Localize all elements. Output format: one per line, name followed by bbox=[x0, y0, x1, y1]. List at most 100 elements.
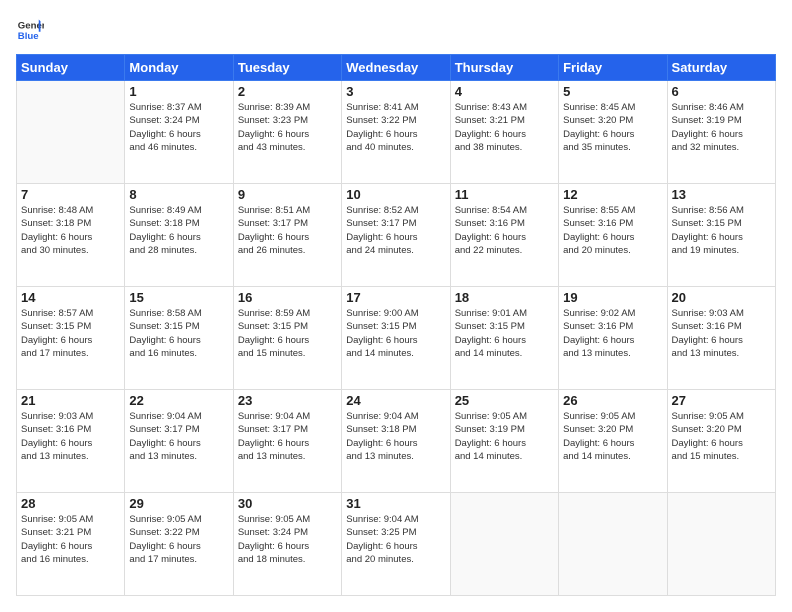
calendar-cell: 25 Sunrise: 9:05 AM Sunset: 3:19 PM Dayli… bbox=[450, 390, 558, 493]
calendar-cell bbox=[667, 493, 775, 596]
day-info: Sunrise: 9:05 AM Sunset: 3:21 PM Dayligh… bbox=[21, 513, 120, 566]
day-info: Sunrise: 9:01 AM Sunset: 3:15 PM Dayligh… bbox=[455, 307, 554, 360]
calendar-cell: 18 Sunrise: 9:01 AM Sunset: 3:15 PM Dayli… bbox=[450, 287, 558, 390]
day-info: Sunrise: 9:04 AM Sunset: 3:25 PM Dayligh… bbox=[346, 513, 445, 566]
day-info: Sunrise: 8:58 AM Sunset: 3:15 PM Dayligh… bbox=[129, 307, 228, 360]
day-info: Sunrise: 8:46 AM Sunset: 3:19 PM Dayligh… bbox=[672, 101, 771, 154]
calendar-cell: 31 Sunrise: 9:04 AM Sunset: 3:25 PM Dayli… bbox=[342, 493, 450, 596]
day-info: Sunrise: 8:57 AM Sunset: 3:15 PM Dayligh… bbox=[21, 307, 120, 360]
calendar-cell: 21 Sunrise: 9:03 AM Sunset: 3:16 PM Dayli… bbox=[17, 390, 125, 493]
day-number: 11 bbox=[455, 187, 554, 202]
day-info: Sunrise: 8:45 AM Sunset: 3:20 PM Dayligh… bbox=[563, 101, 662, 154]
day-number: 2 bbox=[238, 84, 337, 99]
day-number: 7 bbox=[21, 187, 120, 202]
week-row-4: 21 Sunrise: 9:03 AM Sunset: 3:16 PM Dayli… bbox=[17, 390, 776, 493]
day-number: 27 bbox=[672, 393, 771, 408]
day-info: Sunrise: 9:05 AM Sunset: 3:22 PM Dayligh… bbox=[129, 513, 228, 566]
day-number: 17 bbox=[346, 290, 445, 305]
day-info: Sunrise: 8:39 AM Sunset: 3:23 PM Dayligh… bbox=[238, 101, 337, 154]
day-number: 22 bbox=[129, 393, 228, 408]
calendar-cell: 4Sunrise: 8:43 AM Sunset: 3:21 PM Daylig… bbox=[450, 81, 558, 184]
calendar-cell: 1Sunrise: 8:37 AM Sunset: 3:24 PM Daylig… bbox=[125, 81, 233, 184]
calendar-cell: 15 Sunrise: 8:58 AM Sunset: 3:15 PM Dayli… bbox=[125, 287, 233, 390]
calendar-table: SundayMondayTuesdayWednesdayThursdayFrid… bbox=[16, 54, 776, 596]
calendar-cell bbox=[17, 81, 125, 184]
logo: General Blue bbox=[16, 16, 48, 44]
day-number: 4 bbox=[455, 84, 554, 99]
calendar-cell: 5 Sunrise: 8:45 AM Sunset: 3:20 PM Daylig… bbox=[559, 81, 667, 184]
calendar-cell: 10 Sunrise: 8:52 AM Sunset: 3:17 PM Dayli… bbox=[342, 184, 450, 287]
weekday-header-row: SundayMondayTuesdayWednesdayThursdayFrid… bbox=[17, 55, 776, 81]
week-row-1: 1Sunrise: 8:37 AM Sunset: 3:24 PM Daylig… bbox=[17, 81, 776, 184]
day-info: Sunrise: 9:00 AM Sunset: 3:15 PM Dayligh… bbox=[346, 307, 445, 360]
day-info: Sunrise: 8:56 AM Sunset: 3:15 PM Dayligh… bbox=[672, 204, 771, 257]
calendar-cell: 28 Sunrise: 9:05 AM Sunset: 3:21 PM Dayli… bbox=[17, 493, 125, 596]
week-row-5: 28 Sunrise: 9:05 AM Sunset: 3:21 PM Dayli… bbox=[17, 493, 776, 596]
calendar-cell: 13Sunrise: 8:56 AM Sunset: 3:15 PM Dayli… bbox=[667, 184, 775, 287]
day-info: Sunrise: 9:03 AM Sunset: 3:16 PM Dayligh… bbox=[672, 307, 771, 360]
day-info: Sunrise: 9:04 AM Sunset: 3:18 PM Dayligh… bbox=[346, 410, 445, 463]
day-number: 21 bbox=[21, 393, 120, 408]
day-number: 15 bbox=[129, 290, 228, 305]
day-number: 5 bbox=[563, 84, 662, 99]
calendar-cell: 7 Sunrise: 8:48 AM Sunset: 3:18 PM Daylig… bbox=[17, 184, 125, 287]
day-number: 8 bbox=[129, 187, 228, 202]
calendar-cell bbox=[450, 493, 558, 596]
day-number: 25 bbox=[455, 393, 554, 408]
svg-text:Blue: Blue bbox=[18, 31, 39, 42]
day-info: Sunrise: 9:04 AM Sunset: 3:17 PM Dayligh… bbox=[238, 410, 337, 463]
day-info: Sunrise: 8:59 AM Sunset: 3:15 PM Dayligh… bbox=[238, 307, 337, 360]
day-info: Sunrise: 9:04 AM Sunset: 3:17 PM Dayligh… bbox=[129, 410, 228, 463]
day-number: 18 bbox=[455, 290, 554, 305]
day-info: Sunrise: 8:52 AM Sunset: 3:17 PM Dayligh… bbox=[346, 204, 445, 257]
calendar-cell: 2 Sunrise: 8:39 AM Sunset: 3:23 PM Daylig… bbox=[233, 81, 341, 184]
weekday-tuesday: Tuesday bbox=[233, 55, 341, 81]
weekday-wednesday: Wednesday bbox=[342, 55, 450, 81]
day-info: Sunrise: 9:05 AM Sunset: 3:19 PM Dayligh… bbox=[455, 410, 554, 463]
day-number: 26 bbox=[563, 393, 662, 408]
day-number: 9 bbox=[238, 187, 337, 202]
calendar-cell: 6 Sunrise: 8:46 AM Sunset: 3:19 PM Daylig… bbox=[667, 81, 775, 184]
header: General Blue bbox=[16, 16, 776, 44]
day-info: Sunrise: 8:54 AM Sunset: 3:16 PM Dayligh… bbox=[455, 204, 554, 257]
day-info: Sunrise: 8:37 AM Sunset: 3:24 PM Dayligh… bbox=[129, 101, 228, 154]
day-info: Sunrise: 9:05 AM Sunset: 3:20 PM Dayligh… bbox=[672, 410, 771, 463]
calendar-cell: 27 Sunrise: 9:05 AM Sunset: 3:20 PM Dayli… bbox=[667, 390, 775, 493]
calendar-cell: 30 Sunrise: 9:05 AM Sunset: 3:24 PM Dayli… bbox=[233, 493, 341, 596]
day-info: Sunrise: 9:03 AM Sunset: 3:16 PM Dayligh… bbox=[21, 410, 120, 463]
day-number: 20 bbox=[672, 290, 771, 305]
calendar-cell: 17 Sunrise: 9:00 AM Sunset: 3:15 PM Dayli… bbox=[342, 287, 450, 390]
calendar-cell: 29 Sunrise: 9:05 AM Sunset: 3:22 PM Dayli… bbox=[125, 493, 233, 596]
day-number: 29 bbox=[129, 496, 228, 511]
day-number: 14 bbox=[21, 290, 120, 305]
calendar-cell: 26 Sunrise: 9:05 AM Sunset: 3:20 PM Dayli… bbox=[559, 390, 667, 493]
day-info: Sunrise: 9:05 AM Sunset: 3:20 PM Dayligh… bbox=[563, 410, 662, 463]
weekday-saturday: Saturday bbox=[667, 55, 775, 81]
day-info: Sunrise: 8:55 AM Sunset: 3:16 PM Dayligh… bbox=[563, 204, 662, 257]
day-number: 31 bbox=[346, 496, 445, 511]
day-number: 24 bbox=[346, 393, 445, 408]
day-number: 30 bbox=[238, 496, 337, 511]
day-number: 28 bbox=[21, 496, 120, 511]
day-number: 6 bbox=[672, 84, 771, 99]
weekday-monday: Monday bbox=[125, 55, 233, 81]
calendar-cell: 20 Sunrise: 9:03 AM Sunset: 3:16 PM Dayli… bbox=[667, 287, 775, 390]
calendar-cell: 23 Sunrise: 9:04 AM Sunset: 3:17 PM Dayli… bbox=[233, 390, 341, 493]
day-info: Sunrise: 9:02 AM Sunset: 3:16 PM Dayligh… bbox=[563, 307, 662, 360]
day-number: 3 bbox=[346, 84, 445, 99]
calendar-cell: 9Sunrise: 8:51 AM Sunset: 3:17 PM Daylig… bbox=[233, 184, 341, 287]
weekday-friday: Friday bbox=[559, 55, 667, 81]
day-number: 12 bbox=[563, 187, 662, 202]
calendar-cell: 19Sunrise: 9:02 AM Sunset: 3:16 PM Dayli… bbox=[559, 287, 667, 390]
calendar-cell: 3Sunrise: 8:41 AM Sunset: 3:22 PM Daylig… bbox=[342, 81, 450, 184]
calendar-cell bbox=[559, 493, 667, 596]
day-number: 10 bbox=[346, 187, 445, 202]
calendar-cell: 11 Sunrise: 8:54 AM Sunset: 3:16 PM Dayli… bbox=[450, 184, 558, 287]
calendar-cell: 24 Sunrise: 9:04 AM Sunset: 3:18 PM Dayli… bbox=[342, 390, 450, 493]
calendar-cell: 12 Sunrise: 8:55 AM Sunset: 3:16 PM Dayli… bbox=[559, 184, 667, 287]
day-number: 23 bbox=[238, 393, 337, 408]
page: General Blue SundayMondayTuesdayWednesda… bbox=[0, 0, 792, 612]
calendar-cell: 16Sunrise: 8:59 AM Sunset: 3:15 PM Dayli… bbox=[233, 287, 341, 390]
day-info: Sunrise: 9:05 AM Sunset: 3:24 PM Dayligh… bbox=[238, 513, 337, 566]
day-info: Sunrise: 8:48 AM Sunset: 3:18 PM Dayligh… bbox=[21, 204, 120, 257]
